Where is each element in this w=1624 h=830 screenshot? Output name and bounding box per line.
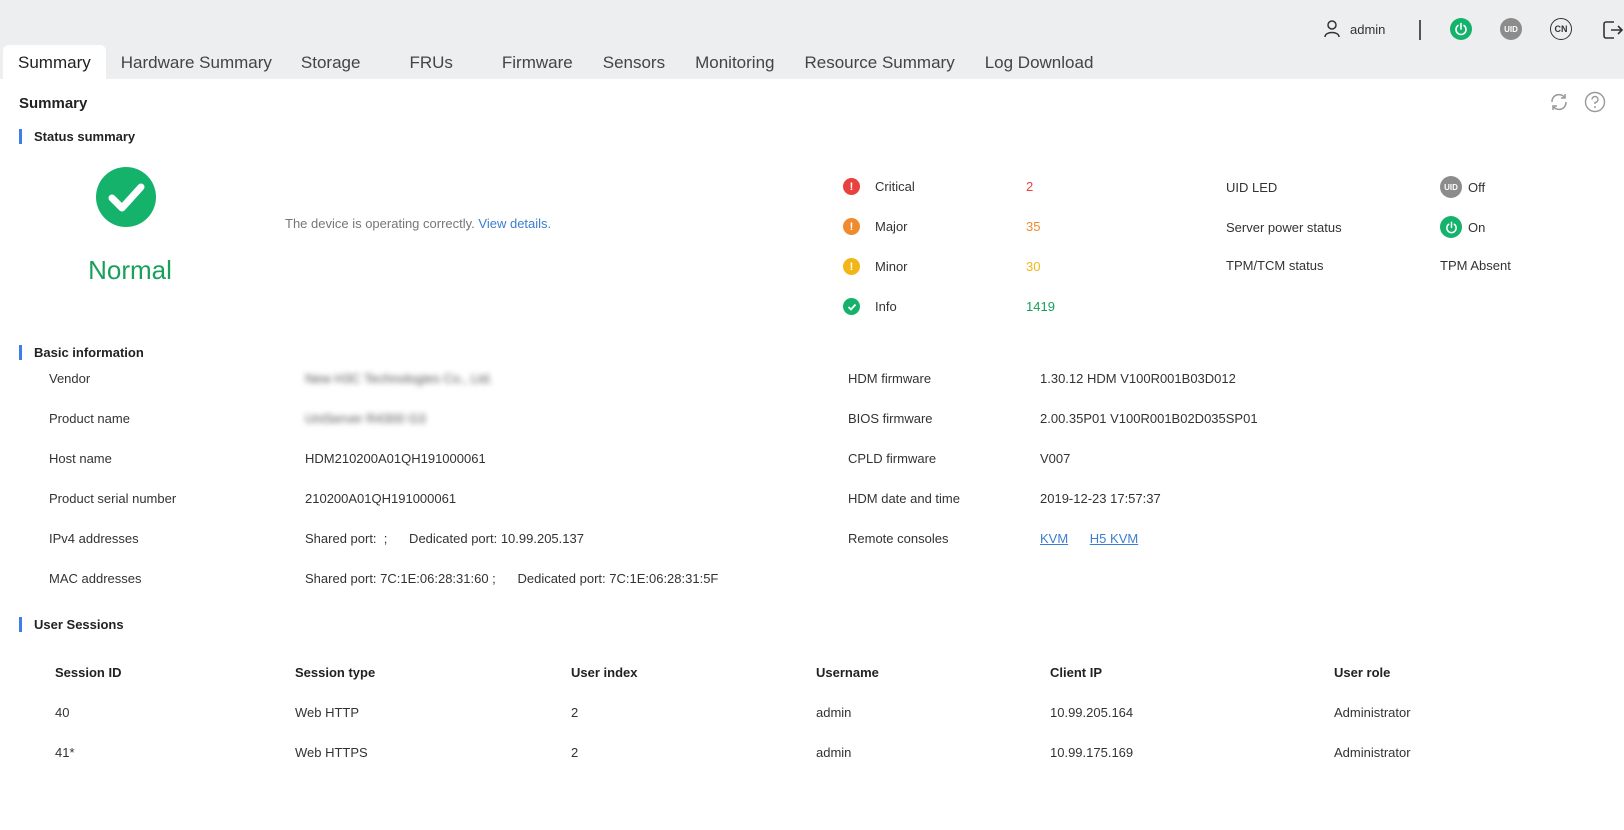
- info-check-icon: [843, 298, 860, 315]
- username-label: admin: [1350, 21, 1386, 37]
- ipv4-row: IPv4 addresses Shared port: ; Dedicated …: [49, 531, 584, 546]
- cpld-firmware-row: CPLD firmware V007: [848, 451, 1071, 466]
- help-icon[interactable]: [1584, 91, 1606, 113]
- check-circle-icon: [96, 167, 156, 227]
- status-summary-title: Status summary: [19, 129, 135, 144]
- uid-icon[interactable]: UID: [1500, 18, 1522, 40]
- col-session-id: Session ID: [55, 665, 122, 680]
- alarm-major[interactable]: ! Major 35: [843, 218, 1040, 235]
- sessions-table-header: Session ID Session type User index Usern…: [55, 665, 1494, 680]
- page-title: Summary: [19, 95, 88, 112]
- table-row: 41* Web HTTPS 2 admin 10.99.175.169 Admi…: [55, 745, 1411, 760]
- power-status-icon: [1440, 216, 1462, 238]
- hdm-datetime-row: HDM date and time 2019-12-23 17:57:37: [848, 491, 1161, 506]
- basic-info-title: Basic information: [19, 345, 144, 360]
- product-name-row: Product name UniServer R4300 G3: [49, 411, 426, 426]
- power-icon[interactable]: [1450, 18, 1472, 40]
- tab-firmware[interactable]: Firmware: [487, 45, 588, 79]
- col-client-ip: Client IP: [1050, 665, 1103, 680]
- tab-storage[interactable]: Storage: [287, 45, 395, 79]
- kvm-link[interactable]: KVM: [1040, 531, 1068, 546]
- critical-alert-icon: !: [843, 178, 860, 195]
- uid-led-icon: UID: [1440, 176, 1462, 198]
- major-alert-icon: !: [843, 218, 860, 235]
- tpm-status-row: TPM/TCM status TPM Absent: [1226, 258, 1511, 273]
- col-session-type: Session type: [295, 665, 376, 680]
- host-name-row: Host name HDM210200A01QH191000061: [49, 451, 486, 466]
- tab-hardware-summary[interactable]: Hardware Summary: [106, 45, 287, 79]
- hdm-firmware-row: HDM firmware 1.30.12 HDM V100R001B03D012: [848, 371, 1236, 386]
- user-sessions-title: User Sessions: [19, 617, 124, 632]
- serial-number-row: Product serial number 210200A01QH1910000…: [49, 491, 457, 506]
- refresh-icon[interactable]: [1548, 91, 1570, 113]
- alarm-minor[interactable]: ! Minor 30: [843, 258, 1040, 275]
- bios-firmware-row: BIOS firmware 2.00.35P01 V100R001B02D035…: [848, 411, 1258, 426]
- remote-consoles-row: Remote consoles KVM H5 KVM: [848, 531, 1139, 546]
- vendor-row: Vendor New H3C Technologies Co., Ltd.: [49, 371, 493, 386]
- status-description: The device is operating correctly. View …: [285, 216, 552, 231]
- tab-log-download[interactable]: Log Download: [970, 45, 1109, 79]
- tab-resource-summary[interactable]: Resource Summary: [789, 45, 969, 79]
- header-actions: [1548, 91, 1606, 113]
- tab-monitoring[interactable]: Monitoring: [680, 45, 789, 79]
- alarm-info[interactable]: Info 1419: [843, 298, 1055, 315]
- tab-summary[interactable]: Summary: [3, 45, 106, 79]
- main-tabs: Summary Hardware Summary Storage FRUs Fi…: [3, 45, 1108, 79]
- minor-alert-icon: !: [843, 258, 860, 275]
- power-status-row: Server power status On: [1226, 216, 1485, 238]
- status-label: Normal: [88, 255, 172, 285]
- tab-frus[interactable]: FRUs: [394, 45, 486, 79]
- user-icon: [1324, 20, 1340, 38]
- alarm-critical[interactable]: ! Critical 2: [843, 178, 1033, 195]
- uid-led-row: UID LED UID Off: [1226, 176, 1485, 198]
- mac-row: MAC addresses Shared port: 7C:1E:06:28:3…: [49, 571, 719, 586]
- table-row: 40 Web HTTP 2 admin 10.99.205.164 Admini…: [55, 705, 1411, 720]
- language-icon[interactable]: CN: [1550, 18, 1572, 40]
- view-details-link[interactable]: View details.: [478, 216, 551, 231]
- col-username: Username: [816, 665, 879, 680]
- content-panel: Summary Status summary Normal The device…: [0, 79, 1624, 830]
- col-user-role: User role: [1334, 665, 1391, 680]
- h5-kvm-link[interactable]: H5 KVM: [1090, 531, 1138, 546]
- col-user-index: User index: [571, 665, 638, 680]
- top-bar: admin UID CN: [0, 0, 1624, 46]
- divider: [1419, 20, 1421, 40]
- logout-icon[interactable]: [1600, 18, 1624, 42]
- tab-sensors[interactable]: Sensors: [588, 45, 680, 79]
- user-menu[interactable]: admin: [1324, 20, 1385, 38]
